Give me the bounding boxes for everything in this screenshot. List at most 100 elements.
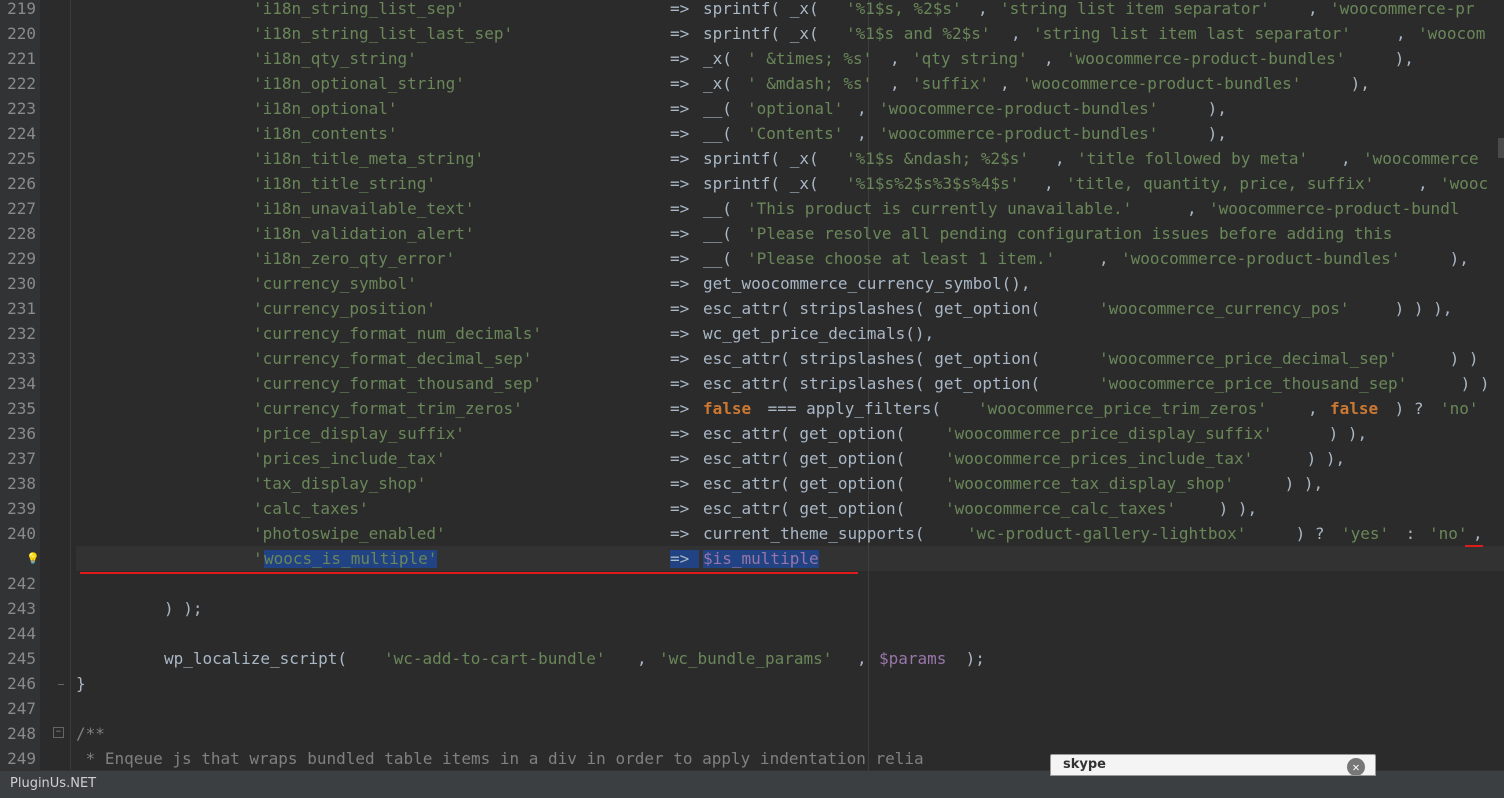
code-line[interactable]: 237 'prices_include_tax' => esc_attr( get_… — [0, 450, 1504, 475]
code-token: sprintf( _x( — [703, 174, 829, 193]
code-line[interactable]: 246} — [0, 675, 1504, 700]
code-token: , — [1418, 174, 1438, 193]
code-line[interactable]: 232 'currency_format_num_decimals' => wc_g… — [0, 325, 1504, 350]
scrollbar-thumb[interactable] — [1498, 138, 1504, 158]
code-token: => — [670, 549, 699, 568]
code-token: => — [670, 274, 699, 293]
code-token: => — [670, 24, 699, 43]
code-line[interactable]: 229 'i18n_zero_qty_error' => __( 'Please c… — [0, 250, 1504, 275]
code-token: 'no' — [1440, 399, 1479, 418]
code-line[interactable]: 233 'currency_format_decimal_sep' => esc_a… — [0, 350, 1504, 375]
line-number: 221 — [7, 49, 36, 68]
code-token: 'wooc — [1440, 174, 1489, 193]
skype-popup[interactable]: skype ✕ — [1050, 754, 1376, 776]
code-token: => — [670, 224, 699, 243]
code-token: false — [1330, 399, 1379, 418]
line-number: 233 — [7, 349, 36, 368]
code-token: , — [1187, 199, 1207, 218]
code-token: 'string list item separator' — [1000, 0, 1270, 18]
code-line[interactable]: 244 — [0, 625, 1504, 650]
code-token: => — [670, 49, 699, 68]
code-token: false — [703, 399, 752, 418]
code-token: ) ) ), — [1385, 299, 1453, 318]
line-number: 247 — [7, 699, 36, 718]
code-token: : — [1396, 524, 1425, 543]
code-token: 'currency_format_trim_zeros' — [253, 399, 523, 418]
code-token: 'currency_position' — [253, 299, 437, 318]
code-line[interactable]: 234 'currency_format_thousand_sep' => esc_… — [0, 375, 1504, 400]
code-token: => — [670, 174, 699, 193]
code-token: 'This product is currently unavailable.' — [747, 199, 1133, 218]
code-token: 'woocommerce_currency_pos' — [1099, 299, 1350, 318]
code-line[interactable]: 225 'i18n_title_meta_string' => sprintf( _… — [0, 150, 1504, 175]
code-token: ), — [1440, 249, 1469, 268]
code-token: , — [890, 74, 910, 93]
code-token: ' — [253, 549, 263, 568]
code-line[interactable]: 228 'i18n_validation_alert' => __( 'Please… — [0, 225, 1504, 250]
code-token: => — [670, 324, 699, 343]
code-line[interactable]: 247 — [0, 700, 1504, 725]
code-token: 'woocom — [1418, 24, 1486, 43]
code-token: , — [1055, 149, 1075, 168]
code-token: 'i18n_title_string' — [253, 174, 437, 193]
code-line[interactable]: 240 'photoswipe_enabled' => current_theme_… — [0, 525, 1504, 550]
code-token: , — [1341, 149, 1361, 168]
code-token: ) ), — [1275, 474, 1324, 493]
code-line[interactable]: 238 'tax_display_shop' => esc_attr( get_op… — [0, 475, 1504, 500]
code-token: _x( — [703, 49, 742, 68]
code-line[interactable]: 243) ); — [0, 600, 1504, 625]
code-token: , — [1011, 24, 1031, 43]
code-line[interactable]: 239'calc_taxes' => esc_attr( get_option( … — [0, 500, 1504, 525]
line-number: 245 — [7, 649, 36, 668]
line-number: 235 — [7, 399, 36, 418]
lightbulb-icon[interactable]: 💡 — [26, 553, 40, 565]
code-token: => — [670, 299, 699, 318]
code-line[interactable]: 248 /** — [0, 725, 1504, 750]
code-token: 'currency_format_num_decimals' — [253, 324, 542, 343]
code-token: sprintf( _x( — [703, 0, 829, 18]
code-line[interactable]: 222 'i18n_optional_string' => _x( ' &mdash… — [0, 75, 1504, 100]
fold-collapse-icon[interactable]: − — [53, 727, 64, 738]
code-token: ), — [1198, 99, 1227, 118]
code-token: 'title, quantity, price, suffix' — [1066, 174, 1375, 193]
line-number: 236 — [7, 424, 36, 443]
line-number: 248 — [7, 724, 36, 743]
code-token: ' &mdash; %s' — [747, 74, 873, 93]
code-token: => — [670, 99, 699, 118]
code-line[interactable]: 227 'i18n_unavailable_text' => __( 'This p… — [0, 200, 1504, 225]
code-line[interactable]: 231 'currency_position' => esc_attr( strip… — [0, 300, 1504, 325]
code-token: 'calc_taxes' — [253, 499, 369, 518]
code-token: 'photoswipe_enabled' — [253, 524, 446, 543]
code-token: wc_get_price_decimals(), — [703, 324, 935, 343]
code-token: 'i18n_contents' — [253, 124, 398, 143]
code-line[interactable]: 223 'i18n_optional' => __( 'optional', 'wo… — [0, 100, 1504, 125]
code-token: 'woocommerce_prices_include_tax' — [945, 449, 1254, 468]
line-number: 242 — [7, 574, 36, 593]
code-token: 'i18n_optional_string' — [253, 74, 465, 93]
code-token: => — [670, 349, 699, 368]
code-token: , — [1099, 249, 1119, 268]
code-line[interactable]: 245 wp_localize_script( 'wc-add-to-cart-b… — [0, 650, 1504, 675]
code-line[interactable]: 236 'price_display_suffix' => esc_attr( ge… — [0, 425, 1504, 450]
code-line[interactable]: 235'currency_format_trim_zeros' => false … — [0, 400, 1504, 425]
code-token: 'tax_display_shop' — [253, 474, 427, 493]
code-token: esc_attr( get_option( — [703, 424, 915, 443]
code-token: , — [857, 124, 877, 143]
code-token: ) ) — [1451, 374, 1490, 393]
code-token: , — [1044, 49, 1064, 68]
code-token: sprintf( _x( — [703, 24, 829, 43]
code-line[interactable]: 242 — [0, 575, 1504, 600]
code-line[interactable]: 221 'i18n_qty_string' => _x( ' &times; %s'… — [0, 50, 1504, 75]
line-number: 228 — [7, 224, 36, 243]
code-token: 'string list item last separator' — [1033, 24, 1351, 43]
code-token: ' &times; %s' — [747, 49, 873, 68]
close-icon[interactable]: ✕ — [1347, 758, 1365, 775]
code-line[interactable]: 224 'i18n_contents' => __( 'Contents', 'wo… — [0, 125, 1504, 150]
code-editor[interactable]: 219 'i18n_string_list_sep' => sprintf( _x(… — [0, 0, 1504, 770]
line-number: 231 — [7, 299, 36, 318]
code-line[interactable]: 219 'i18n_string_list_sep' => sprintf( _x(… — [0, 0, 1504, 25]
code-line[interactable]: 230 'currency_symbol' => get_woocommerce_c… — [0, 275, 1504, 300]
code-token: 'price_display_suffix' — [253, 424, 465, 443]
code-line[interactable]: 226 'i18n_title_string' => sprintf( _x( '%… — [0, 175, 1504, 200]
code-line[interactable]: 220 'i18n_string_list_last_sep' => sprintf… — [0, 25, 1504, 50]
